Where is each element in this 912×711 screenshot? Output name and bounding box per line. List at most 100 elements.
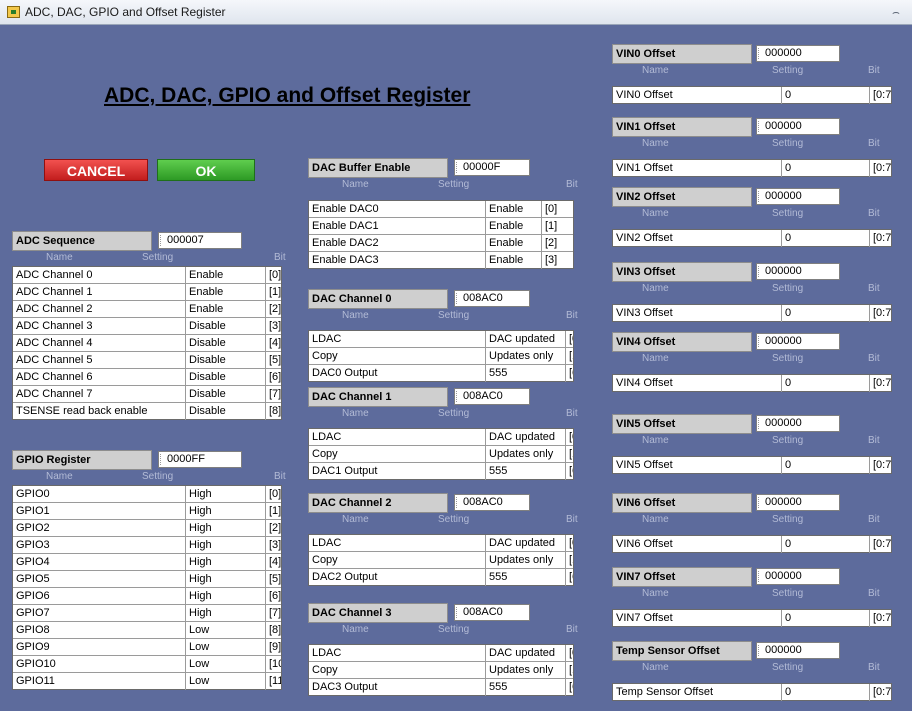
table-row: GPIO9 Low [9] (13, 639, 281, 656)
row-setting[interactable]: DAC updated (485, 535, 565, 551)
row-setting[interactable]: High (185, 571, 265, 587)
offset-5-value-field[interactable]: 000000 (756, 415, 840, 432)
row-setting[interactable]: Enable (185, 284, 265, 300)
offset-6-value-field[interactable]: 000000 (756, 494, 840, 511)
offset-0-row: VIN0 Offset 0[0:7] (613, 87, 891, 104)
row-setting[interactable]: Updates only (485, 446, 565, 462)
gpio-value-field[interactable]: 0000FF (158, 451, 242, 468)
row-setting[interactable]: Disable (185, 318, 265, 334)
row-setting[interactable]: Low (185, 639, 265, 655)
adc-label: ADC Sequence (12, 231, 152, 251)
gpio-field-marker (160, 454, 164, 465)
dac-0-value-field[interactable]: 008AC0 (454, 290, 530, 307)
row-setting[interactable]: Updates only (485, 348, 565, 364)
row-setting[interactable]: 0 (781, 87, 869, 104)
row-bit: [6:15] (565, 679, 573, 696)
row-setting[interactable]: High (185, 554, 265, 570)
row-name: GPIO7 (16, 607, 50, 619)
dac-3-value: 008AC0 (463, 606, 503, 618)
offset-7-value-field[interactable]: 000000 (756, 568, 840, 585)
dac-0-col-name: Name (342, 310, 369, 321)
row-setting[interactable]: Updates only (485, 662, 565, 678)
row-setting[interactable]: Enable (485, 201, 541, 217)
gpio-col-setting: Setting (142, 471, 174, 482)
table-row: GPIO4 High [4] (13, 554, 281, 571)
offset-2-label: VIN2 Offset (612, 187, 752, 207)
offset-0-field-marker (758, 48, 762, 59)
row-setting[interactable]: 0 (781, 375, 869, 392)
row-setting[interactable]: 0 (781, 230, 869, 247)
row-setting[interactable]: 555 (485, 365, 565, 382)
row-setting[interactable]: DAC updated (485, 645, 565, 661)
row-setting[interactable]: DAC updated (485, 429, 565, 445)
offset-2-value-field[interactable]: 000000 (756, 188, 840, 205)
offset-3-col-bit: Bit (868, 283, 880, 294)
row-bit: [0] (565, 645, 573, 661)
dac-buffer-value-field[interactable]: 00000F (454, 159, 530, 176)
table-row: ADC Channel 0 Enable [0] (13, 267, 281, 284)
title-bar: ADC, DAC, GPIO and Offset Register ⌢ (0, 0, 912, 25)
offset-1-label: VIN1 Offset (612, 117, 752, 137)
table-row: Enable DAC0 Enable [0] (309, 201, 573, 218)
row-setting[interactable]: 0 (781, 536, 869, 553)
dac-1-value-field[interactable]: 008AC0 (454, 388, 530, 405)
row-setting[interactable]: 0 (781, 684, 869, 701)
table-row: Copy Updates only[1] (309, 662, 573, 679)
offset-0-value-field[interactable]: 000000 (756, 45, 840, 62)
offset-1-value-field[interactable]: 000000 (756, 118, 840, 135)
offset-3-value-field[interactable]: 000000 (756, 263, 840, 280)
offset-4-value-field[interactable]: 000000 (756, 333, 840, 350)
row-setting[interactable]: High (185, 503, 265, 519)
row-bit: [5] (265, 352, 281, 368)
row-setting[interactable]: High (185, 605, 265, 621)
page-title: ADC, DAC, GPIO and Offset Register (104, 84, 471, 107)
offset-2-value: 000000 (765, 190, 802, 202)
row-setting[interactable]: Updates only (485, 552, 565, 568)
dac-buffer-value: 00000F (463, 161, 501, 173)
offset-4-field-marker (758, 336, 762, 347)
row-setting[interactable]: 0 (781, 610, 869, 627)
row-setting[interactable]: Enable (485, 218, 541, 234)
ok-button[interactable]: OK (157, 159, 255, 181)
offset-3-table: VIN3 Offset 0[0:7] (612, 304, 892, 322)
row-setting[interactable]: Low (185, 656, 265, 672)
row-setting[interactable]: 0 (781, 305, 869, 322)
row-setting[interactable]: High (185, 486, 265, 502)
dac-buffer-field-marker (456, 162, 460, 173)
row-setting[interactable]: Disable (185, 335, 265, 351)
row-setting[interactable]: Enable (485, 252, 541, 269)
row-name: DAC2 Output (312, 571, 378, 583)
row-setting[interactable]: Disable (185, 369, 265, 385)
row-setting[interactable]: High (185, 537, 265, 553)
row-setting[interactable]: Disable (185, 352, 265, 368)
dac-2-value-field[interactable]: 008AC0 (454, 494, 530, 511)
row-setting[interactable]: 555 (485, 463, 565, 480)
table-row: TSENSE read back enable Disable [8] (13, 403, 281, 420)
row-setting[interactable]: 0 (781, 457, 869, 474)
adc-value-field[interactable]: 000007 (158, 232, 242, 249)
row-setting[interactable]: Low (185, 622, 265, 638)
row-setting[interactable]: Enable (185, 301, 265, 317)
dac-3-col-name: Name (342, 624, 369, 635)
row-setting[interactable]: DAC updated (485, 331, 565, 347)
row-setting[interactable]: 0 (781, 160, 869, 177)
row-setting[interactable]: Disable (185, 403, 265, 420)
row-setting[interactable]: 555 (485, 679, 565, 696)
row-setting[interactable]: Low (185, 673, 265, 690)
dac-3-value-field[interactable]: 008AC0 (454, 604, 530, 621)
table-row: ADC Channel 2 Enable [2] (13, 301, 281, 318)
offset-3-value: 000000 (765, 265, 802, 277)
offset-8-value-field[interactable]: 000000 (756, 642, 840, 659)
row-name: GPIO4 (16, 556, 50, 568)
offset-2-col-setting: Setting (772, 208, 804, 219)
row-bit: [3] (265, 318, 281, 334)
row-setting[interactable]: Enable (485, 235, 541, 251)
row-setting[interactable]: 555 (485, 569, 565, 586)
row-setting[interactable]: High (185, 520, 265, 536)
row-setting[interactable]: High (185, 588, 265, 604)
row-setting[interactable]: Enable (185, 267, 265, 283)
cancel-button[interactable]: CANCEL (44, 159, 148, 181)
row-setting[interactable]: Disable (185, 386, 265, 402)
offset-6-table: VIN6 Offset 0[0:7] (612, 535, 892, 553)
close-icon[interactable]: ⌢ (888, 4, 904, 20)
